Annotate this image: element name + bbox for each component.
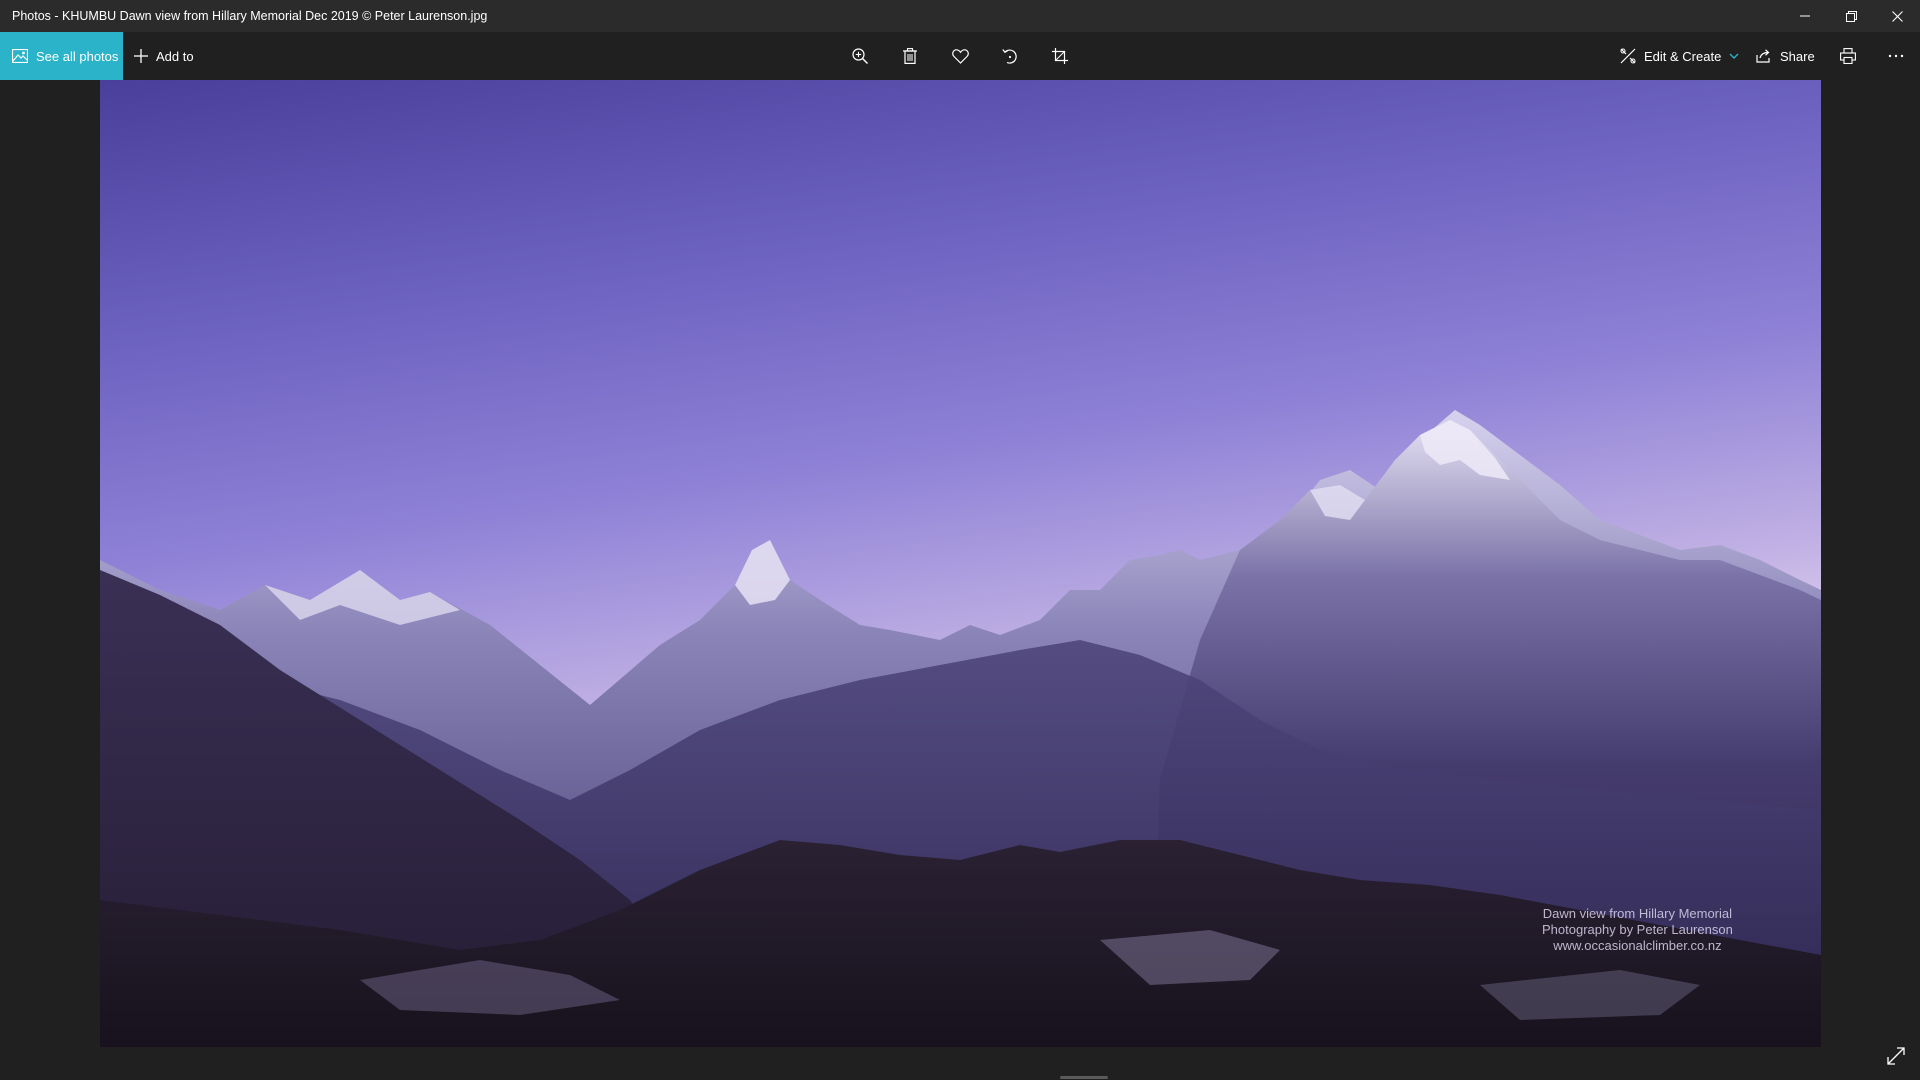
see-all-photos-button[interactable]: See all photos: [0, 32, 123, 80]
edit-create-label: Edit & Create: [1644, 48, 1722, 64]
watermark-line-1: Dawn view from Hillary Memorial: [1542, 906, 1733, 921]
delete-button[interactable]: [890, 32, 930, 80]
toolbar: See all photos Add to Edit & Create Shar…: [0, 32, 1920, 80]
restore-icon: [1845, 10, 1857, 22]
mountain-photo: [100, 410, 1821, 1047]
share-button[interactable]: Share: [1756, 32, 1815, 80]
photo-watermark: Dawn view from Hillary Memorial Photogra…: [1542, 906, 1733, 954]
filmstrip-handle[interactable]: [1060, 1076, 1108, 1079]
add-to-button[interactable]: Add to: [134, 32, 194, 80]
zoom-in-icon: [852, 48, 868, 64]
print-icon: [1840, 48, 1856, 64]
crop-icon: [1052, 48, 1068, 64]
add-to-label: Add to: [156, 48, 194, 64]
window-title: Photos - KHUMBU Dawn view from Hillary M…: [12, 9, 488, 23]
zoom-button[interactable]: [840, 32, 880, 80]
photo-viewer[interactable]: Dawn view from Hillary Memorial Photogra…: [100, 80, 1821, 1047]
close-icon: [1891, 10, 1903, 22]
rotate-button[interactable]: [990, 32, 1030, 80]
edit-create-button[interactable]: Edit & Create: [1620, 32, 1739, 80]
fullscreen-button[interactable]: [1880, 1040, 1912, 1072]
photos-app-window: Photos - KHUMBU Dawn view from Hillary M…: [0, 0, 1920, 1080]
share-label: Share: [1780, 48, 1815, 64]
minimize-icon: [1800, 15, 1810, 17]
more-options-button[interactable]: [1876, 32, 1916, 80]
edit-create-icon: [1620, 48, 1636, 64]
crop-button[interactable]: [1040, 32, 1080, 80]
expand-fullscreen-icon: [1887, 1047, 1905, 1065]
minimize-button[interactable]: [1782, 0, 1828, 32]
restore-button[interactable]: [1828, 0, 1874, 32]
photos-gallery-icon: [12, 49, 28, 63]
delete-icon: [903, 48, 917, 64]
rotate-icon: [1002, 49, 1017, 64]
watermark-line-3: www.occasionalclimber.co.nz: [1553, 938, 1722, 953]
title-bar: Photos - KHUMBU Dawn view from Hillary M…: [0, 0, 1920, 32]
window-controls: [1782, 0, 1920, 32]
share-icon: [1756, 49, 1770, 63]
plus-icon: [134, 49, 148, 63]
more-ellipsis-icon: [1888, 54, 1904, 58]
watermark-line-2: Photography by Peter Laurenson: [1542, 922, 1733, 937]
favorite-heart-icon: [951, 48, 969, 64]
see-all-photos-label: See all photos: [36, 48, 119, 64]
print-button[interactable]: [1828, 32, 1868, 80]
favorite-button[interactable]: [940, 32, 980, 80]
chevron-down-icon: [1729, 53, 1739, 59]
close-button[interactable]: [1874, 0, 1920, 32]
